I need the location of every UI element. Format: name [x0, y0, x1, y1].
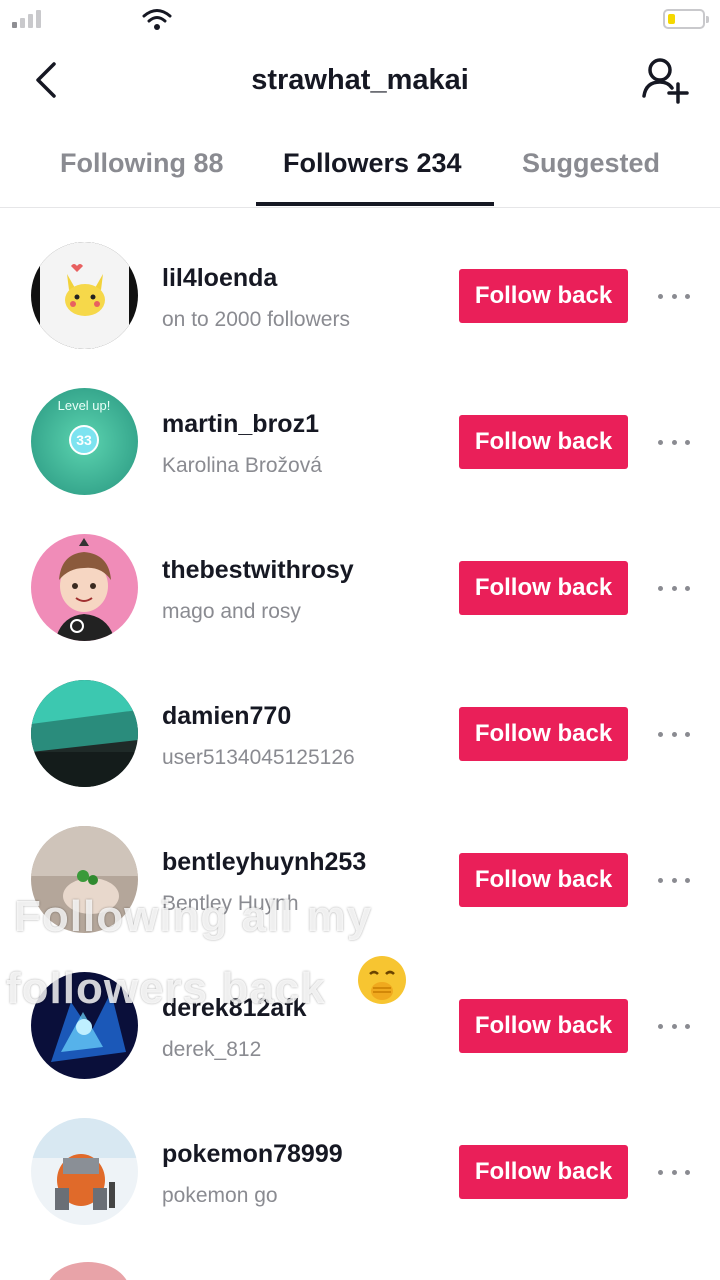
avatar[interactable]: [31, 680, 138, 787]
more-options-icon[interactable]: [655, 432, 693, 452]
more-options-icon[interactable]: [655, 1016, 693, 1036]
wifi-icon: [142, 8, 172, 35]
avatar[interactable]: Level up! 33: [31, 388, 138, 495]
username[interactable]: martin_broz1: [162, 410, 319, 439]
battery-icon: [663, 9, 709, 29]
list-item[interactable]: damien770 user5134045125126 Follow back: [0, 646, 720, 792]
status-bar: [0, 0, 720, 40]
tab-suggested[interactable]: Suggested: [522, 148, 660, 179]
display-name: Karolina Brožová: [162, 454, 322, 477]
username[interactable]: derek812afk: [162, 994, 307, 1023]
display-name: mago and rosy: [162, 600, 301, 623]
follow-back-button[interactable]: Follow back: [459, 999, 628, 1053]
avatar[interactable]: [31, 534, 138, 641]
more-options-icon[interactable]: [655, 286, 693, 306]
more-options-icon[interactable]: [655, 870, 693, 890]
username[interactable]: lil4loenda: [162, 264, 277, 293]
list-item[interactable]: bentleyhuynh253 Bentley Huynh Follow bac…: [0, 792, 720, 938]
avatar[interactable]: [31, 972, 138, 1079]
avatar[interactable]: [46, 1262, 130, 1280]
username[interactable]: thebestwithrosy: [162, 556, 354, 585]
add-user-icon: [642, 58, 689, 104]
more-options-icon[interactable]: [655, 578, 693, 598]
active-tab-indicator: [256, 202, 494, 206]
follow-back-button[interactable]: Follow back: [459, 561, 628, 615]
display-name: on to 2000 followers: [162, 308, 350, 331]
tab-following[interactable]: Following 88: [60, 148, 224, 179]
display-name: derek_812: [162, 1038, 262, 1061]
avatar[interactable]: [31, 1118, 138, 1225]
follow-back-button[interactable]: Follow back: [459, 707, 628, 761]
list-item[interactable]: derek812afk derek_812 Follow back: [0, 938, 720, 1084]
username[interactable]: bentleyhuynh253: [162, 848, 366, 877]
follow-back-button[interactable]: Follow back: [459, 415, 628, 469]
follow-back-button[interactable]: Follow back: [459, 853, 628, 907]
top-nav: strawhat_makai: [0, 40, 720, 120]
display-name: pokemon go: [162, 1184, 278, 1207]
more-options-icon[interactable]: [655, 724, 693, 744]
add-user-button[interactable]: [640, 56, 692, 104]
followers-list: lil4loenda on to 2000 followers Follow b…: [0, 208, 720, 1230]
display-name: user5134045125126: [162, 746, 355, 769]
battery-level: [668, 14, 675, 24]
page-title: strawhat_makai: [251, 64, 469, 96]
more-options-icon[interactable]: [655, 1162, 693, 1182]
signal-icon: [12, 10, 41, 28]
avatar[interactable]: [31, 826, 138, 933]
username[interactable]: damien770: [162, 702, 291, 731]
tab-followers[interactable]: Followers 234: [283, 148, 462, 179]
follow-back-button[interactable]: Follow back: [459, 1145, 628, 1199]
list-item[interactable]: Level up! 33 martin_broz1 Karolina Brožo…: [0, 354, 720, 500]
list-item[interactable]: thebestwithrosy mago and rosy Follow bac…: [0, 500, 720, 646]
username[interactable]: pokemon78999: [162, 1140, 343, 1169]
tab-bar: Following 88 Followers 234 Suggested: [0, 128, 720, 208]
avatar-level-badge: 33: [76, 432, 92, 448]
list-item[interactable]: lil4loenda on to 2000 followers Follow b…: [0, 208, 720, 354]
follow-back-button[interactable]: Follow back: [459, 269, 628, 323]
display-name: Bentley Huynh: [162, 892, 299, 915]
avatar-level-text: Level up!: [58, 398, 111, 413]
avatar[interactable]: [31, 242, 138, 349]
list-item[interactable]: pokemon78999 pokemon go Follow back: [0, 1084, 720, 1230]
